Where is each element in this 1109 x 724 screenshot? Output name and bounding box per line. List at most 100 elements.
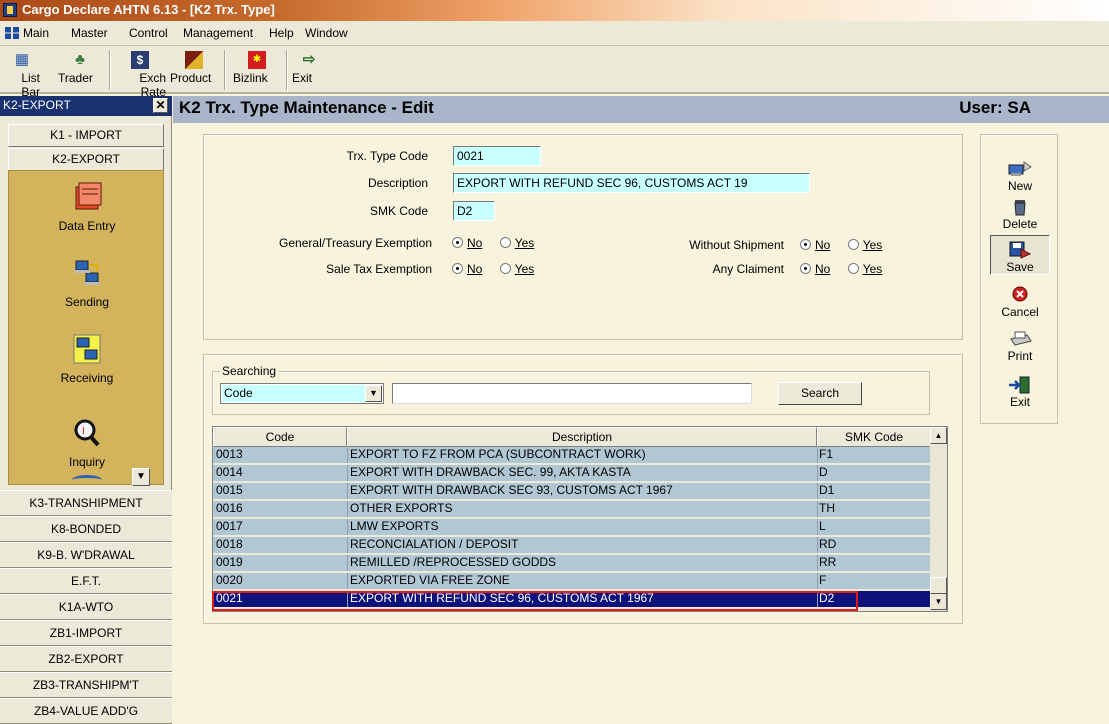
data-entry-item[interactable]: Data Entry: [9, 181, 163, 233]
column-header-smk-code[interactable]: SMK Code: [817, 427, 931, 447]
table-row[interactable]: 0014 EXPORT WITH DRAWBACK SEC. 99, AKTA K…: [213, 465, 931, 481]
trader-button[interactable]: ♣ Trader: [58, 49, 102, 91]
sidebar-item-k8-bonded[interactable]: K8-BONDED: [0, 516, 172, 542]
without-shipment-yes-radio[interactable]: [847, 239, 859, 250]
without-shipment-no-radio[interactable]: [800, 239, 811, 250]
svg-text:I: I: [82, 426, 85, 437]
close-icon[interactable]: ✕: [153, 98, 168, 113]
toolbar-separator: [286, 50, 288, 90]
exch-rate-button[interactable]: $ Exch Rate: [114, 49, 166, 99]
smk-code-field[interactable]: [453, 201, 495, 221]
smk-code-label: SMK Code: [369, 204, 428, 218]
search-button[interactable]: Search: [778, 382, 862, 405]
column-divider: [347, 447, 348, 463]
delete-button[interactable]: Delete: [990, 193, 1050, 233]
column-divider: [347, 483, 348, 499]
menu-bar: Main Master Control Management Help Wind…: [0, 21, 1109, 46]
column-divider: [817, 465, 818, 481]
table-row[interactable]: 0018 RECONCIALATION / DEPOSIT RD: [213, 537, 931, 553]
any-claiment-no-radio[interactable]: [800, 263, 811, 274]
table-row[interactable]: 0019 REMILLED /REPROCESSED GODDS RR: [213, 555, 931, 571]
sidebar-item-zb4-value-adding[interactable]: ZB4-VALUE ADD'G: [0, 698, 172, 724]
trash-icon: [1007, 197, 1033, 217]
cell-code: 0015: [216, 483, 243, 497]
chevron-down-icon[interactable]: ▼: [365, 385, 382, 402]
scroll-thumb[interactable]: [930, 577, 947, 594]
cancel-button[interactable]: Cancel: [990, 281, 1050, 321]
scroll-up-icon[interactable]: ▲: [930, 427, 947, 444]
mdi-child-icon[interactable]: [5, 27, 19, 39]
data-entry-icon: [70, 181, 104, 213]
table-row[interactable]: 0017 LMW EXPORTS L: [213, 519, 931, 535]
receiving-item[interactable]: Receiving: [9, 333, 163, 385]
inquiry-item[interactable]: I Inquiry: [9, 417, 163, 469]
sidebar-item-zb1-import[interactable]: ZB1-IMPORT: [0, 620, 172, 646]
description-field[interactable]: [453, 173, 810, 193]
cell-smk-code: RD: [819, 537, 837, 551]
app-icon: [3, 3, 17, 17]
sale-tax-no-radio[interactable]: [452, 263, 463, 274]
page-header: K2 Trx. Type Maintenance - Edit User: SA: [173, 96, 1109, 123]
bizlink-button[interactable]: ✱ Bizlink: [233, 49, 281, 91]
cell-code: 0020: [216, 573, 243, 587]
table-row[interactable]: 0016 OTHER EXPORTS TH: [213, 501, 931, 517]
scroll-down-icon[interactable]: ▼: [930, 593, 947, 610]
general-treasury-no-radio[interactable]: [452, 237, 463, 248]
toolbar: ▦ List Bar ♣ Trader $ Exch Rate Product …: [0, 46, 1109, 99]
trx-type-code-field[interactable]: [453, 146, 541, 166]
sidebar-item-k3-transhipment[interactable]: K3-TRANSHIPMENT: [0, 490, 172, 516]
product-icon: [185, 51, 203, 69]
sidebar-item-eft[interactable]: E.F.T.: [0, 568, 172, 594]
sale-tax-exemption-radio-group: No Yes: [452, 262, 548, 276]
column-divider: [347, 555, 348, 571]
column-header-code[interactable]: Code: [213, 427, 347, 447]
cell-smk-code: D: [819, 465, 828, 479]
user-label: User: SA: [959, 98, 1031, 117]
menu-control[interactable]: Control: [129, 26, 168, 40]
menu-master[interactable]: Master: [71, 26, 108, 40]
sidebar-item-k1a-wto[interactable]: K1A-WTO: [0, 594, 172, 620]
sidebar-scroll-down[interactable]: ▼: [132, 468, 150, 486]
cell-smk-code: TH: [819, 501, 835, 515]
menu-help[interactable]: Help: [269, 26, 294, 40]
print-button[interactable]: Print: [990, 325, 1050, 365]
sidebar-item-k9-withdrawal[interactable]: K9-B. W'DRAWAL: [0, 542, 172, 568]
table-row[interactable]: 0020 EXPORTED VIA FREE ZONE F: [213, 573, 931, 589]
table-scrollbar[interactable]: ▲ ▼: [930, 427, 947, 611]
product-button[interactable]: Product: [170, 49, 218, 91]
sidebar-item-k2-export[interactable]: K2-EXPORT: [8, 148, 164, 171]
cell-smk-code: F1: [819, 447, 834, 461]
table-row[interactable]: 0013 EXPORT TO FZ FROM PCA (SUBCONTRACT W…: [213, 447, 931, 463]
column-header-description[interactable]: Description: [347, 427, 817, 447]
action-panel: New Delete Save Cancel Print Exit: [980, 134, 1058, 424]
menu-management[interactable]: Management: [183, 26, 253, 40]
save-button[interactable]: Save: [990, 235, 1050, 275]
search-field-select[interactable]: Code ▼: [220, 383, 384, 404]
sidebar-item-k1-import[interactable]: K1 - IMPORT: [8, 124, 164, 147]
new-button[interactable]: New: [990, 155, 1050, 195]
sidebar-item-zb2-export[interactable]: ZB2-EXPORT: [0, 646, 172, 672]
exit-button[interactable]: Exit: [990, 371, 1050, 411]
page-title: K2 Trx. Type Maintenance - Edit: [179, 98, 434, 117]
general-treasury-yes-radio[interactable]: [499, 237, 511, 248]
menu-window[interactable]: Window: [305, 26, 348, 40]
column-divider: [817, 447, 818, 463]
cell-smk-code: L: [819, 519, 826, 533]
sidebar-item-zb3-transhipment[interactable]: ZB3-TRANSHIPM'T: [0, 672, 172, 698]
search-input[interactable]: [392, 383, 752, 404]
menu-main[interactable]: Main: [23, 26, 49, 40]
sale-tax-exemption-label: Sale Tax Exemption: [326, 262, 432, 276]
any-claiment-radio-group: No Yes: [800, 262, 896, 276]
any-claiment-label: Any Claiment: [712, 262, 784, 276]
title-bar: Cargo Declare AHTN 6.13 - [K2 Trx. Type]: [0, 0, 1109, 21]
any-claiment-yes-radio[interactable]: [847, 263, 859, 274]
table-row[interactable]: 0015 EXPORT WITH DRAWBACK SEC 93, CUSTOMS…: [213, 483, 931, 499]
column-divider: [817, 537, 818, 553]
sale-tax-yes-radio[interactable]: [499, 263, 511, 274]
exit-toolbar-button[interactable]: ⇨ Exit: [292, 49, 326, 91]
column-divider: [817, 573, 818, 589]
column-divider: [347, 465, 348, 481]
new-record-icon: [1007, 159, 1033, 179]
list-bar-button[interactable]: ▦ List Bar: [4, 49, 40, 99]
sending-item[interactable]: Sending: [9, 257, 163, 309]
